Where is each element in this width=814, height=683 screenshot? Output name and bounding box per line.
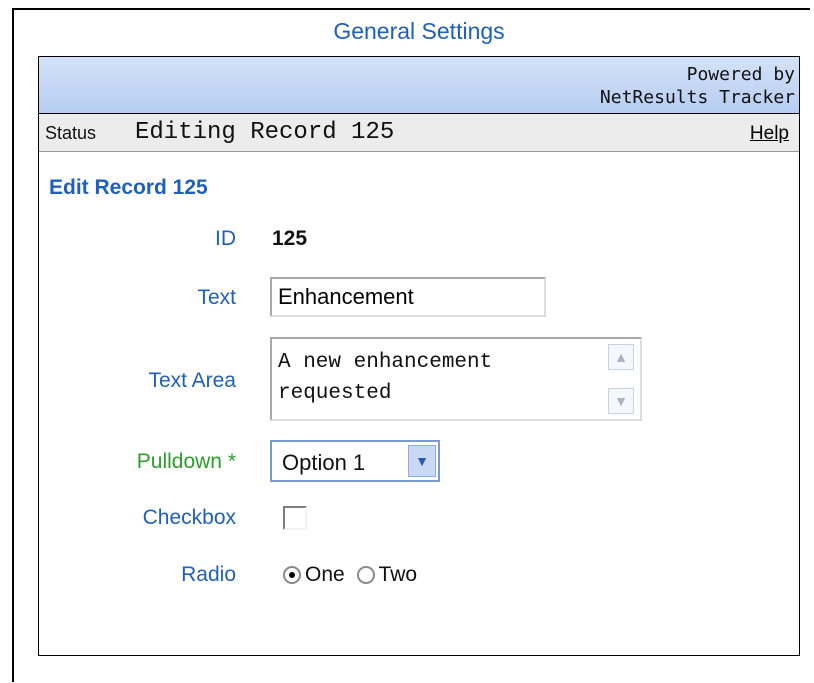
text-label: Text [197,286,236,309]
page-title: General Settings [333,18,505,44]
chevron-down-icon[interactable]: ▼ [408,445,436,477]
status-label: Status [45,123,97,143]
textarea-scrollbar[interactable]: ▲ ▼ [608,342,638,416]
checkbox-label: Checkbox [142,506,236,529]
textarea-text: A new enhancement requested [278,351,493,405]
pulldown-value: Option 1 [282,450,366,475]
text-input[interactable] [270,277,546,317]
scroll-down-button[interactable]: ▼ [608,388,634,414]
textarea-field[interactable]: A new enhancement requested ▲ ▼ [270,337,642,421]
powered-by-line2: NetResults Tracker [599,87,795,108]
status-bar: Status Editing Record 125 Help [39,114,799,152]
pulldown-label: Pulldown * [136,450,236,473]
id-label: ID [215,227,236,250]
radio-two[interactable] [356,566,375,585]
id-value: 125 [272,227,308,250]
pulldown-select[interactable]: Option 1 ▼ [270,440,440,482]
scroll-up-button[interactable]: ▲ [608,344,634,370]
chevron-up-icon: ▲ [614,349,628,365]
powered-by: Powered by NetResults Tracker [600,63,795,109]
radio-group: One Two [283,563,423,587]
powered-by-line1: Powered by [686,64,795,85]
chevron-down-icon: ▼ [614,393,628,409]
checkbox-input[interactable] [283,506,307,530]
radio-label: Radio [181,563,236,586]
header-bar: Powered by NetResults Tracker [39,57,799,114]
settings-panel: Powered by NetResults Tracker Status Edi… [38,56,800,656]
status-text: Editing Record 125 [135,119,395,146]
section-title: Edit Record 125 [49,176,208,199]
help-link[interactable]: Help [750,123,789,145]
textarea-label: Text Area [148,369,236,392]
radio-one-label: One [305,563,345,587]
radio-two-label: Two [378,563,418,587]
radio-one[interactable] [283,566,301,585]
